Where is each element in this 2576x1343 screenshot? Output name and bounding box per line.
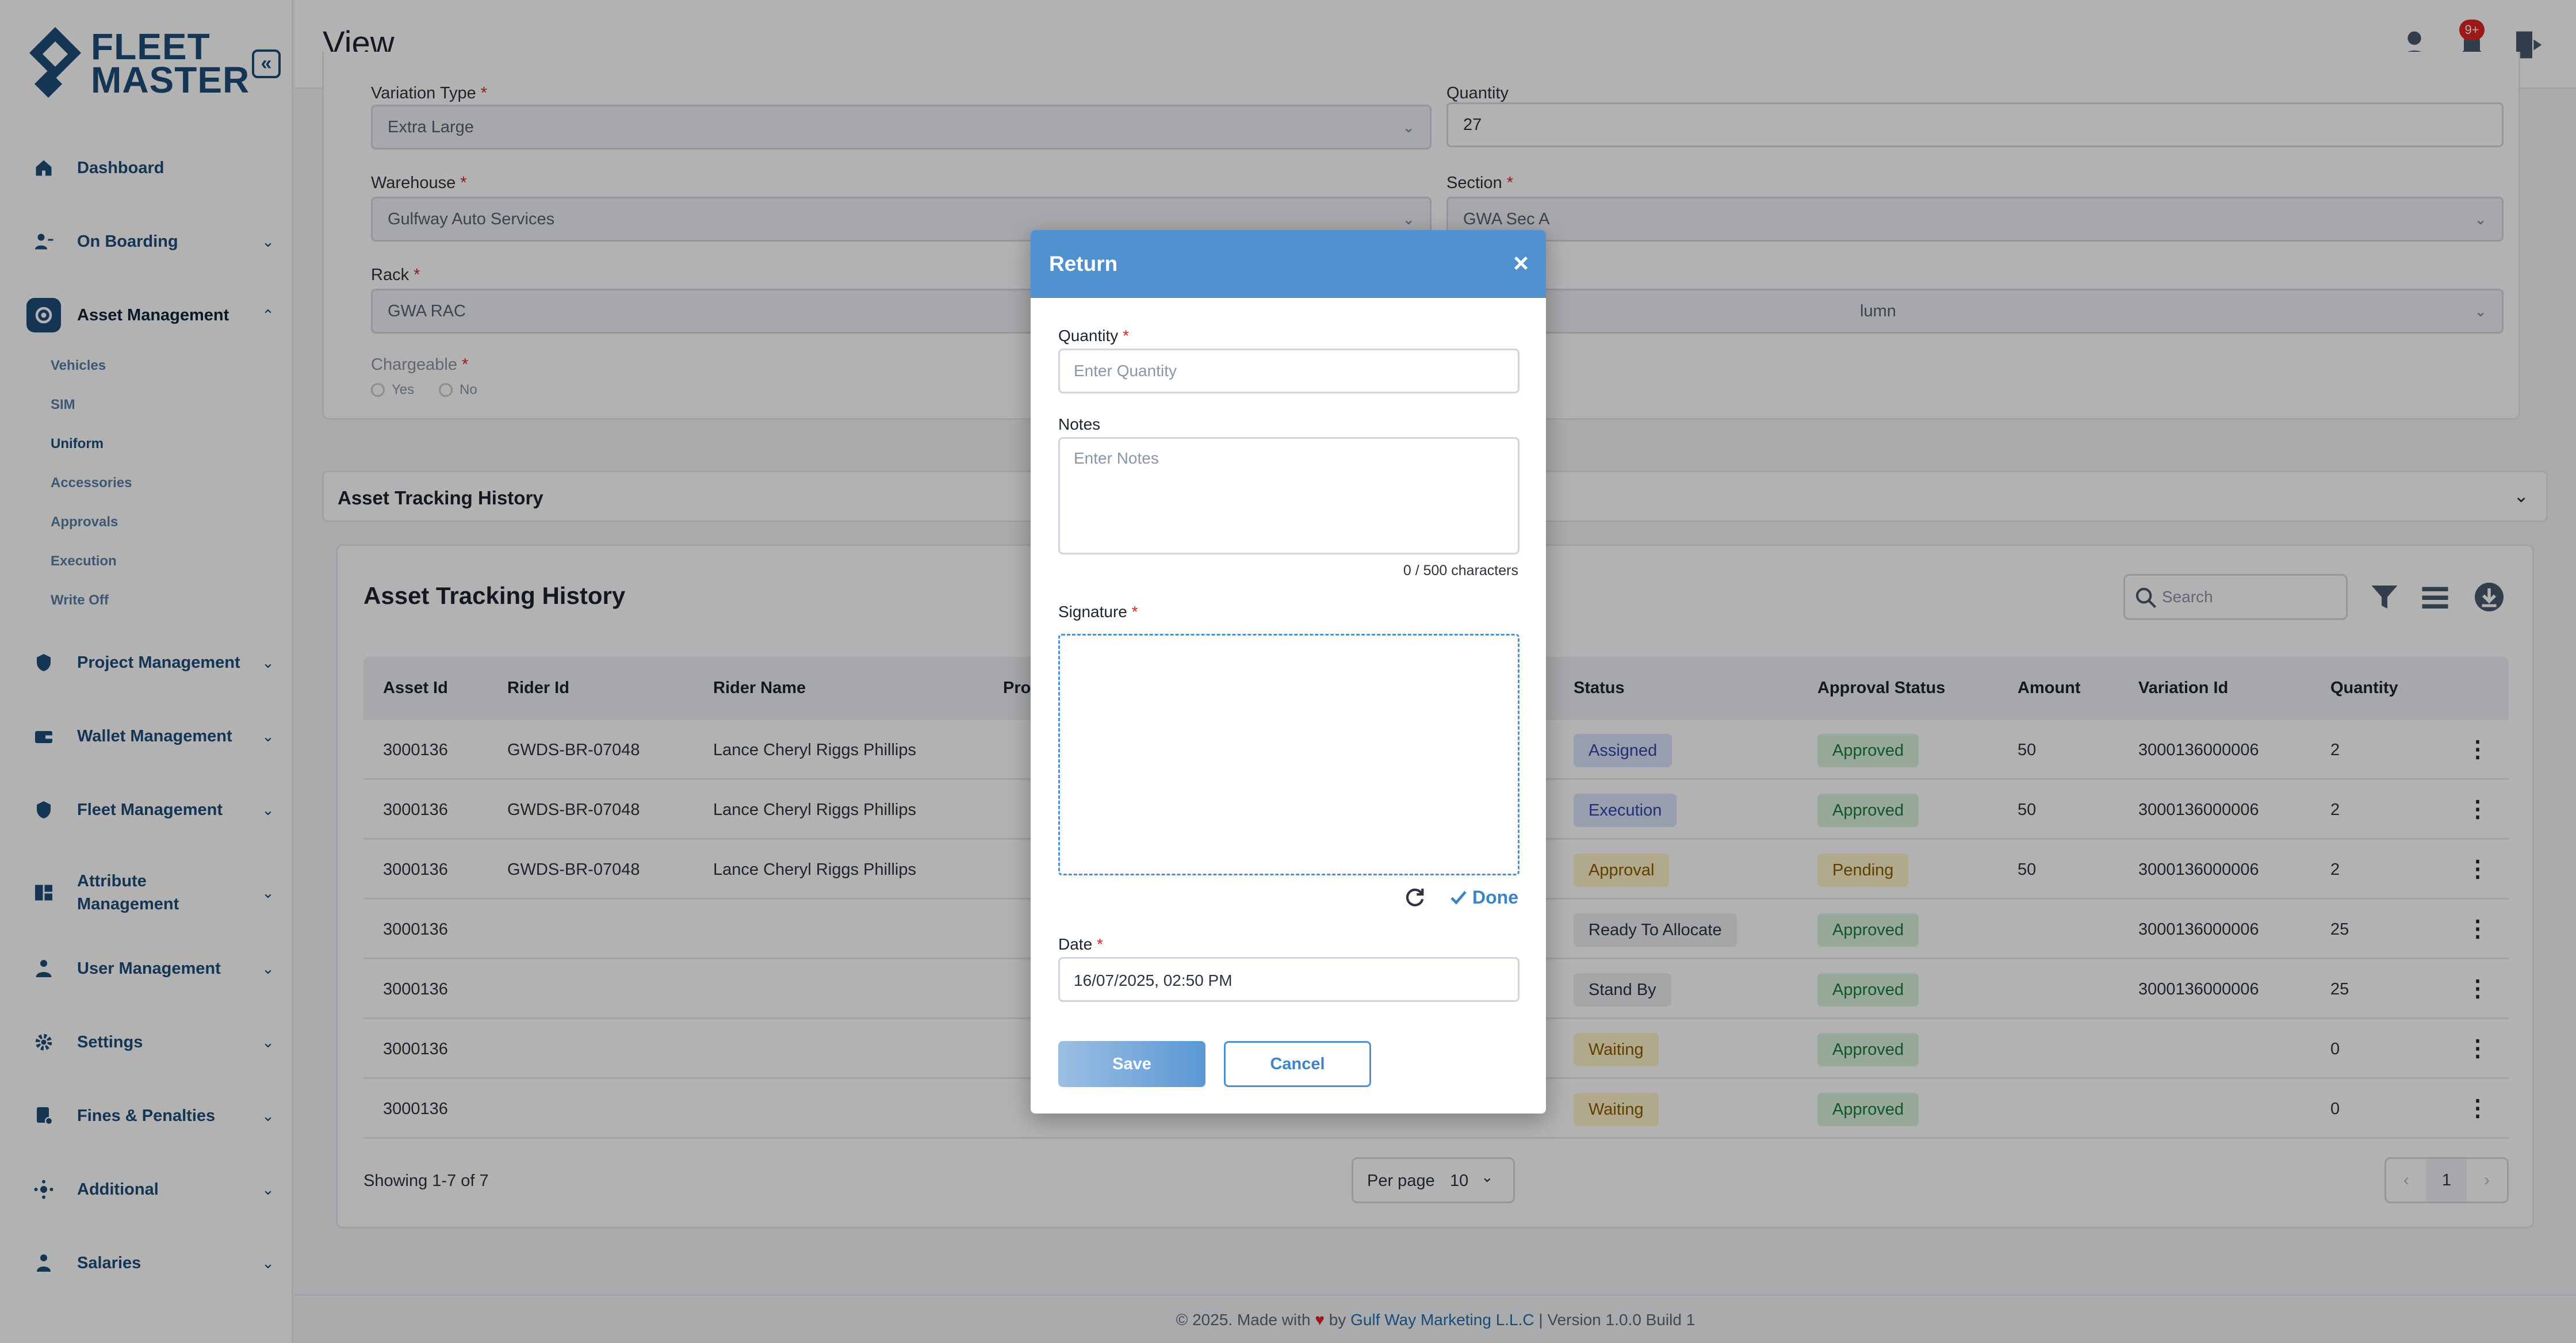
refresh-icon[interactable] <box>1403 886 1426 909</box>
modal-notes-label: Notes <box>1058 415 1101 433</box>
modal-title: Return <box>1049 252 1118 276</box>
done-label: Done <box>1472 886 1518 908</box>
signature-actions: Done <box>1403 886 1518 909</box>
date-value: 16/07/2025, 02:50 PM <box>1074 971 1233 989</box>
app-root: FLEET MASTER « Dashboard On Boarding ⌄ A… <box>0 0 2576 1343</box>
modal-quantity-input[interactable] <box>1058 349 1519 393</box>
cancel-button[interactable]: Cancel <box>1224 1041 1371 1087</box>
modal-header: Return × <box>1031 230 1546 298</box>
modal-date-label: Date * <box>1058 935 1103 953</box>
signature-pad[interactable] <box>1058 634 1519 875</box>
return-modal: Return × Quantity * Notes 0 / 500 charac… <box>1031 230 1546 1114</box>
modal-quantity-label: Quantity * <box>1058 327 1129 345</box>
notes-char-count: 0 / 500 characters <box>1403 563 1518 579</box>
modal-date-input[interactable]: 16/07/2025, 02:50 PM <box>1058 957 1519 1002</box>
modal-notes-textarea[interactable] <box>1058 437 1519 554</box>
close-icon[interactable]: × <box>1513 248 1529 277</box>
check-icon <box>1450 891 1467 905</box>
modal-signature-label: Signature * <box>1058 603 1138 621</box>
save-button[interactable]: Save <box>1058 1041 1205 1087</box>
signature-done-button[interactable]: Done <box>1449 887 1518 908</box>
